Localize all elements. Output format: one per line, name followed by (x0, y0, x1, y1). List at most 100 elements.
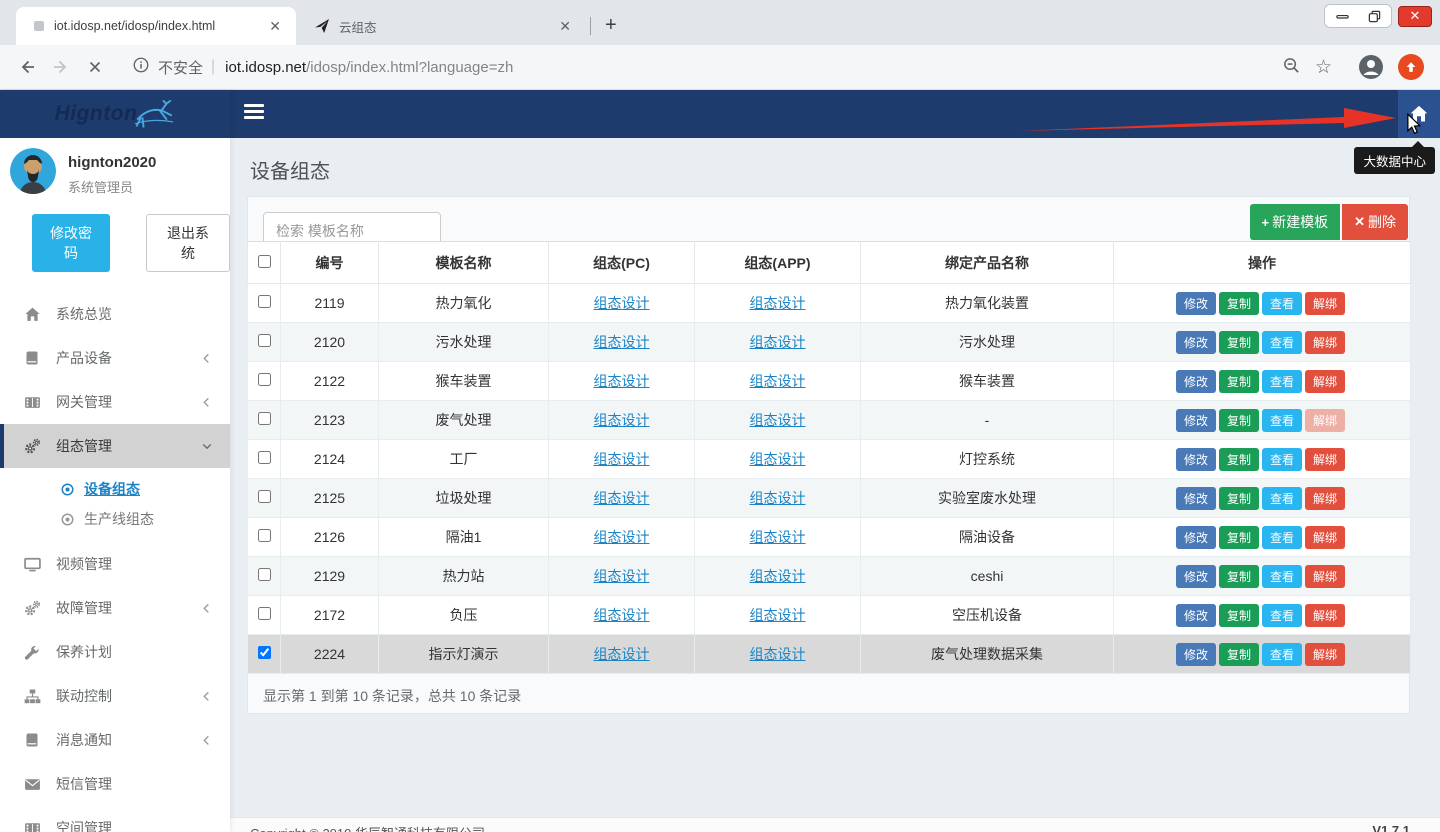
copy-button[interactable]: 复制 (1219, 487, 1259, 510)
app-config-link[interactable]: 组态设计 (750, 490, 806, 506)
edit-button[interactable]: 修改 (1176, 292, 1216, 315)
edit-button[interactable]: 修改 (1176, 370, 1216, 393)
view-button[interactable]: 查看 (1262, 448, 1302, 471)
pc-config-link[interactable]: 组态设计 (594, 451, 650, 467)
unbind-button[interactable]: 解绑 (1305, 331, 1345, 354)
copy-button[interactable]: 复制 (1219, 370, 1259, 393)
tab-close-icon[interactable]: ✕ (554, 17, 576, 36)
tab-close-icon[interactable]: ✕ (264, 17, 286, 36)
new-tab-button[interactable]: + (595, 14, 627, 37)
app-config-link[interactable]: 组态设计 (750, 607, 806, 623)
sidebar-subitem[interactable]: 生产线组态 (0, 504, 230, 534)
minimize-icon[interactable] (1331, 7, 1353, 25)
edit-button[interactable]: 修改 (1176, 565, 1216, 588)
copy-button[interactable]: 复制 (1219, 526, 1259, 549)
sidebar-item[interactable]: 保养计划 (0, 630, 230, 674)
app-config-link[interactable]: 组态设计 (750, 334, 806, 350)
app-config-link[interactable]: 组态设计 (750, 295, 806, 311)
view-button[interactable]: 查看 (1262, 292, 1302, 315)
sidebar-item[interactable]: 组态管理 (0, 424, 230, 468)
row-checkbox[interactable] (258, 334, 271, 347)
row-checkbox[interactable] (258, 412, 271, 425)
pc-config-link[interactable]: 组态设计 (594, 646, 650, 662)
pc-config-link[interactable]: 组态设计 (594, 412, 650, 428)
pc-config-link[interactable]: 组态设计 (594, 373, 650, 389)
edit-button[interactable]: 修改 (1176, 409, 1216, 432)
unbind-button[interactable]: 解绑 (1305, 526, 1345, 549)
view-button[interactable]: 查看 (1262, 643, 1302, 666)
address-bar[interactable]: 不安全 | iot.idosp.net/idosp/index.html?lan… (120, 50, 1344, 84)
new-template-button[interactable]: +新建模板 (1250, 204, 1341, 240)
sidebar-item[interactable]: 故障管理 (0, 586, 230, 630)
forward-icon[interactable] (44, 50, 78, 84)
view-button[interactable]: 查看 (1262, 409, 1302, 432)
copy-button[interactable]: 复制 (1219, 292, 1259, 315)
sidebar-item[interactable]: 联动控制 (0, 674, 230, 718)
unbind-button[interactable]: 解绑 (1305, 448, 1345, 471)
sidebar-item[interactable]: 网关管理 (0, 380, 230, 424)
row-checkbox[interactable] (258, 373, 271, 386)
app-config-link[interactable]: 组态设计 (750, 373, 806, 389)
select-all-checkbox[interactable] (258, 255, 271, 268)
sidebar-item[interactable]: 系统总览 (0, 292, 230, 336)
close-icon[interactable]: ✕ (1398, 6, 1432, 27)
sidebar-item[interactable]: 产品设备 (0, 336, 230, 380)
profile-icon[interactable] (1358, 54, 1384, 80)
unbind-button[interactable]: 解绑 (1305, 409, 1345, 432)
row-checkbox[interactable] (258, 451, 271, 464)
restore-icon[interactable] (1363, 7, 1385, 25)
row-checkbox[interactable] (258, 607, 271, 620)
sidebar-item[interactable]: 短信管理 (0, 762, 230, 806)
zoom-out-icon[interactable] (1282, 56, 1301, 79)
view-button[interactable]: 查看 (1262, 331, 1302, 354)
app-config-link[interactable]: 组态设计 (750, 451, 806, 467)
unbind-button[interactable]: 解绑 (1305, 604, 1345, 627)
edit-button[interactable]: 修改 (1176, 643, 1216, 666)
app-config-link[interactable]: 组态设计 (750, 646, 806, 662)
info-icon[interactable] (132, 56, 150, 78)
pc-config-link[interactable]: 组态设计 (594, 490, 650, 506)
hamburger-menu-icon[interactable] (244, 104, 264, 122)
copy-button[interactable]: 复制 (1219, 331, 1259, 354)
copy-button[interactable]: 复制 (1219, 448, 1259, 471)
row-checkbox[interactable] (258, 568, 271, 581)
copy-button[interactable]: 复制 (1219, 604, 1259, 627)
app-config-link[interactable]: 组态设计 (750, 412, 806, 428)
unbind-button[interactable]: 解绑 (1305, 643, 1345, 666)
pc-config-link[interactable]: 组态设计 (594, 568, 650, 584)
row-checkbox[interactable] (258, 529, 271, 542)
row-checkbox[interactable] (258, 646, 271, 659)
unbind-button[interactable]: 解绑 (1305, 370, 1345, 393)
view-button[interactable]: 查看 (1262, 604, 1302, 627)
copy-button[interactable]: 复制 (1219, 643, 1259, 666)
copy-button[interactable]: 复制 (1219, 565, 1259, 588)
app-config-link[interactable]: 组态设计 (750, 568, 806, 584)
pc-config-link[interactable]: 组态设计 (594, 334, 650, 350)
row-checkbox[interactable] (258, 490, 271, 503)
pc-config-link[interactable]: 组态设计 (594, 529, 650, 545)
app-config-link[interactable]: 组态设计 (750, 529, 806, 545)
sidebar-item[interactable]: 空间管理 (0, 806, 230, 832)
pc-config-link[interactable]: 组态设计 (594, 607, 650, 623)
pc-config-link[interactable]: 组态设计 (594, 295, 650, 311)
view-button[interactable]: 查看 (1262, 370, 1302, 393)
browser-update-icon[interactable] (1398, 54, 1424, 80)
edit-button[interactable]: 修改 (1176, 604, 1216, 627)
sidebar-item[interactable]: 视频管理 (0, 542, 230, 586)
browser-tab-active[interactable]: iot.idosp.net/idosp/index.html ✕ (16, 7, 296, 45)
sidebar-item[interactable]: 消息通知 (0, 718, 230, 762)
unbind-button[interactable]: 解绑 (1305, 487, 1345, 510)
bookmark-star-icon[interactable]: ☆ (1315, 56, 1332, 79)
stop-loading-icon[interactable] (78, 50, 112, 84)
edit-button[interactable]: 修改 (1176, 448, 1216, 471)
edit-button[interactable]: 修改 (1176, 487, 1216, 510)
change-password-button[interactable]: 修改密码 (32, 214, 110, 272)
browser-tab-cloud[interactable]: 云组态 ✕ (296, 7, 586, 45)
sidebar-subitem[interactable]: 设备组态 (0, 474, 230, 504)
view-button[interactable]: 查看 (1262, 565, 1302, 588)
unbind-button[interactable]: 解绑 (1305, 565, 1345, 588)
edit-button[interactable]: 修改 (1176, 526, 1216, 549)
unbind-button[interactable]: 解绑 (1305, 292, 1345, 315)
back-icon[interactable] (10, 50, 44, 84)
delete-button[interactable]: ✕删除 (1342, 204, 1408, 240)
